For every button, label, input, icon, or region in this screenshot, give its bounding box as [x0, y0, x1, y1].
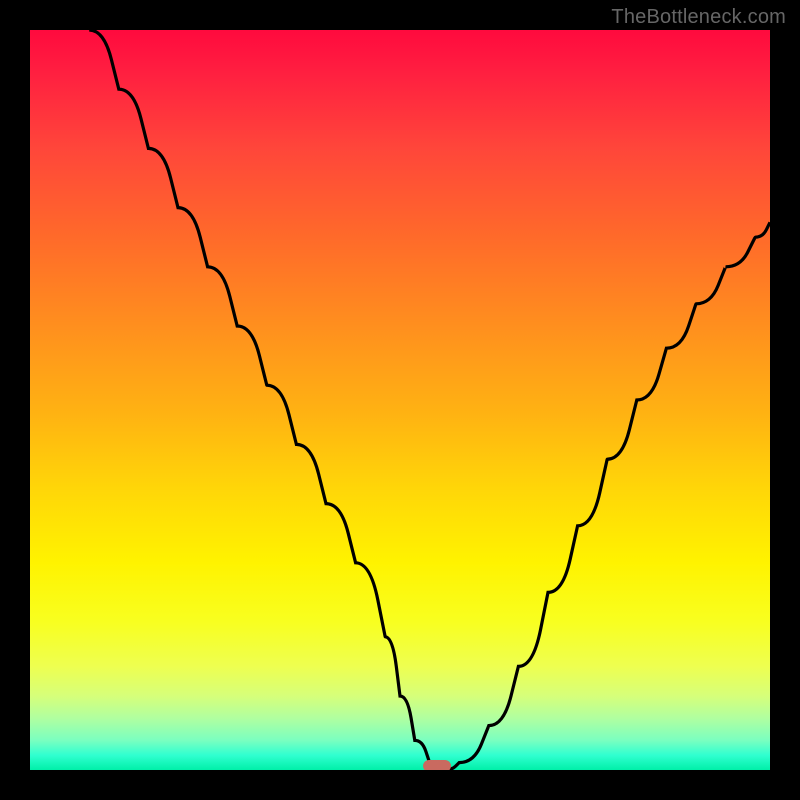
watermark-text: TheBottleneck.com [611, 6, 786, 29]
plot-area [30, 30, 770, 770]
curve-path [89, 30, 770, 770]
chart-frame: TheBottleneck.com [0, 0, 800, 800]
bottleneck-curve [30, 30, 770, 770]
optimal-point-marker [423, 760, 451, 770]
